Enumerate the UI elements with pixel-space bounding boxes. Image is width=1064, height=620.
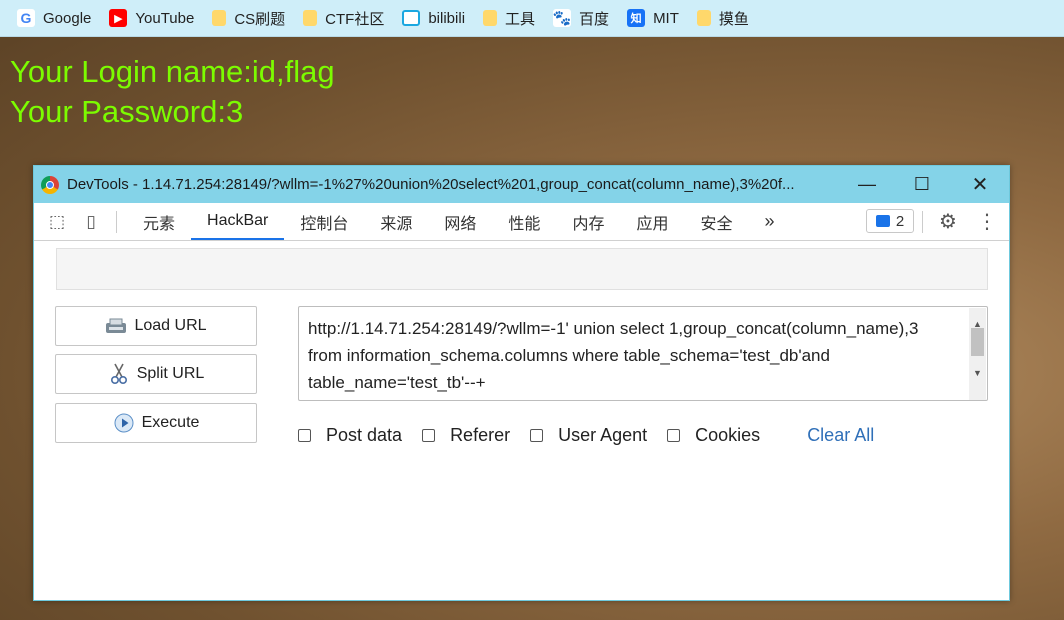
option-referer[interactable]: Referer xyxy=(422,425,510,446)
devtools-tabbar: ⬚ ▯ 元素 HackBar 控制台 来源 网络 性能 内存 应用 安全 » 2… xyxy=(34,203,1009,241)
issues-count: 2 xyxy=(895,212,905,230)
cookies-checkbox[interactable] xyxy=(667,429,681,442)
scroll-thumb[interactable] xyxy=(971,328,984,356)
bookmark-label: CS刷题 xyxy=(234,10,286,28)
bookmark-label: MIT xyxy=(653,9,679,27)
option-label: Cookies xyxy=(695,425,761,445)
baidu-paw-icon: 🐾 xyxy=(552,9,572,27)
devtools-title: DevTools - 1.14.71.254:28149/?wllm=-1%27… xyxy=(67,176,795,193)
execute-label: Execute xyxy=(141,414,200,431)
close-button[interactable]: ✕ xyxy=(954,166,1006,203)
bookmark-bilibili[interactable]: bilibili xyxy=(394,0,475,36)
inspect-element-icon[interactable]: ⬚ xyxy=(46,211,68,233)
tab-hackbar[interactable]: HackBar xyxy=(191,203,285,240)
bilibili-icon xyxy=(402,10,421,26)
url-scrollbar[interactable]: ▲ ▼ xyxy=(969,308,986,400)
load-url-button[interactable]: Load URL xyxy=(55,306,257,346)
hackbar-toolbar-area xyxy=(56,248,988,290)
more-options-icon[interactable]: ⋮ xyxy=(976,210,998,233)
tab-network[interactable]: 网络 xyxy=(428,203,492,240)
post-data-checkbox[interactable] xyxy=(298,429,311,442)
bookmark-baidu[interactable]: 🐾 百度 xyxy=(545,0,619,36)
login-name-line: Your Login name:id,flag xyxy=(10,54,335,89)
youtube-icon: ▶ xyxy=(109,9,128,27)
bookmark-label: bilibili xyxy=(428,9,466,27)
bookmark-tools[interactable]: 工具 xyxy=(475,0,545,36)
folder-icon xyxy=(696,10,711,26)
option-post-data[interactable]: Post data xyxy=(298,425,402,446)
option-label: Post data xyxy=(326,425,403,445)
tab-memory[interactable]: 内存 xyxy=(556,203,620,240)
tab-elements[interactable]: 元素 xyxy=(127,203,191,240)
hackbar-options: Post data Referer User Agent Cookies Cle… xyxy=(298,425,874,446)
bookmarks-bar: G Google ▶ YouTube CS刷题 CTF社区 bilibili 工… xyxy=(0,0,1064,37)
option-label: User Agent xyxy=(558,425,648,445)
load-url-icon xyxy=(105,316,127,336)
issues-counter-button[interactable]: 2 xyxy=(866,209,914,233)
scissors-icon xyxy=(108,363,130,384)
folder-icon xyxy=(212,10,227,26)
bookmark-cs-practice[interactable]: CS刷题 xyxy=(204,0,295,36)
referer-checkbox[interactable] xyxy=(422,429,436,442)
password-line: Your Password:3 xyxy=(10,94,244,129)
tab-performance[interactable]: 性能 xyxy=(492,203,556,240)
device-toolbar-icon[interactable]: ▯ xyxy=(80,211,102,233)
bookmark-label: 百度 xyxy=(579,10,610,28)
zhihu-icon: 知 xyxy=(627,9,646,27)
minimize-button[interactable]: — xyxy=(841,166,893,203)
user-agent-checkbox[interactable] xyxy=(530,429,544,442)
bookmark-mit[interactable]: 知 MIT xyxy=(619,0,689,36)
scroll-down-arrow-icon[interactable]: ▼ xyxy=(969,360,986,387)
bookmark-label: 摸鱼 xyxy=(718,10,749,28)
option-cookies[interactable]: Cookies xyxy=(667,425,760,446)
tab-security[interactable]: 安全 xyxy=(684,203,748,240)
bookmark-label: CTF社区 xyxy=(325,10,385,28)
maximize-button[interactable]: ☐ xyxy=(896,166,948,203)
bookmark-youtube[interactable]: ▶ YouTube xyxy=(101,0,204,36)
devtools-window: DevTools - 1.14.71.254:28149/?wllm=-1%27… xyxy=(33,165,1010,601)
bookmark-ctf-community[interactable]: CTF社区 xyxy=(295,0,394,36)
bookmark-label: Google xyxy=(43,9,92,27)
tab-console[interactable]: 控制台 xyxy=(284,203,364,240)
clear-all-link[interactable]: Clear All xyxy=(807,425,874,446)
more-tabs-button[interactable]: » xyxy=(748,203,790,240)
split-url-label: Split URL xyxy=(136,365,205,382)
bookmark-google[interactable]: G Google xyxy=(9,0,101,36)
settings-gear-icon[interactable]: ⚙ xyxy=(937,210,959,233)
url-text: http://1.14.71.254:28149/?wllm=-1' union… xyxy=(308,319,919,392)
bookmark-slacking[interactable]: 摸鱼 xyxy=(689,0,759,36)
execute-button[interactable]: Execute xyxy=(55,403,257,443)
option-user-agent[interactable]: User Agent xyxy=(530,425,647,446)
folder-icon xyxy=(303,10,318,26)
split-url-button[interactable]: Split URL xyxy=(55,354,257,394)
divider xyxy=(116,210,117,233)
chrome-icon xyxy=(41,175,59,194)
folder-icon xyxy=(483,10,498,26)
load-url-label: Load URL xyxy=(134,317,207,334)
bookmark-label: YouTube xyxy=(135,9,195,27)
tab-application[interactable]: 应用 xyxy=(620,203,684,240)
devtools-titlebar[interactable]: DevTools - 1.14.71.254:28149/?wllm=-1%27… xyxy=(34,166,1009,203)
url-textarea[interactable]: http://1.14.71.254:28149/?wllm=-1' union… xyxy=(298,306,988,401)
play-icon xyxy=(113,413,135,433)
tab-sources[interactable]: 来源 xyxy=(364,203,428,240)
bookmark-label: 工具 xyxy=(505,10,536,28)
divider xyxy=(922,211,923,233)
google-icon: G xyxy=(17,9,35,27)
option-label: Referer xyxy=(450,425,511,445)
message-icon xyxy=(875,215,890,227)
login-result-text: Your Login name:id,flag Your Password:3 xyxy=(10,52,335,132)
